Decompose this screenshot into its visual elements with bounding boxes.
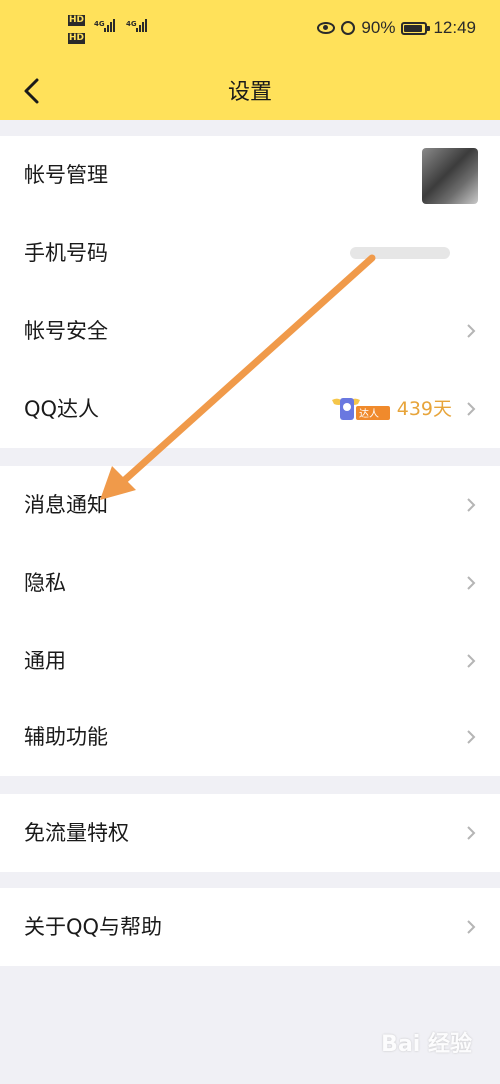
chevron-right-icon: [467, 730, 476, 744]
chevron-right-icon: [467, 826, 476, 840]
settings-item-account-security[interactable]: 帐号安全: [0, 292, 500, 370]
daren-days: 439天: [396, 398, 452, 420]
item-label: 辅助功能: [24, 725, 108, 749]
settings-item-privacy[interactable]: 隐私: [0, 544, 500, 622]
status-right: 90% 12:49: [317, 18, 476, 38]
alarm-icon: [341, 21, 356, 35]
settings-item-qq-daren[interactable]: QQ达人 达人 439天: [0, 370, 500, 448]
settings-item-account-management[interactable]: 帐号管理: [0, 136, 500, 214]
eye-comfort-icon: [317, 22, 336, 34]
clock: 12:49: [433, 18, 476, 37]
item-label: 消息通知: [24, 493, 108, 517]
watermark: Bai 经验: [381, 1032, 472, 1057]
hd-icon: HD: [68, 15, 86, 26]
item-label: 关于QQ与帮助: [24, 915, 163, 939]
hd-icon: HD: [68, 33, 86, 44]
avatar: [422, 148, 478, 204]
data-plan-group: 免流量特权: [0, 794, 500, 872]
item-label: 帐号管理: [24, 163, 108, 187]
settings-item-about-help[interactable]: 关于QQ与帮助: [0, 888, 500, 966]
battery-icon: [401, 21, 431, 35]
chevron-right-icon: [467, 576, 476, 590]
daren-badge-icon: 达人: [332, 398, 390, 420]
item-label: 通用: [24, 649, 66, 673]
status-bar: HD HD 4G 4G 90% 12:49: [0, 0, 500, 62]
settings-item-free-data[interactable]: 免流量特权: [0, 794, 500, 872]
item-label: QQ达人: [24, 397, 100, 421]
page-title: 设置: [227, 80, 272, 105]
item-label: 免流量特权: [24, 821, 129, 845]
battery-percent: 90%: [361, 18, 396, 37]
signal-strength-icon: [104, 18, 115, 32]
chevron-right-icon: [467, 654, 476, 668]
settings-item-phone-number[interactable]: 手机号码: [0, 214, 500, 292]
about-group: 关于QQ与帮助: [0, 888, 500, 966]
signal-indicators: HD HD 4G 4G: [66, 14, 156, 48]
daren-badge-text: 达人: [359, 408, 379, 420]
chevron-right-icon: [467, 498, 476, 512]
phone-number-blurred: [350, 247, 450, 259]
general-group: 消息通知 隐私 通用 辅助功能: [0, 466, 500, 776]
item-label: 隐私: [24, 571, 66, 595]
chevron-right-icon: [467, 402, 476, 416]
signal-strength-icon: [136, 18, 147, 32]
item-label: 手机号码: [24, 241, 108, 265]
nav-bar: 设置: [0, 62, 500, 120]
account-group: 帐号管理 手机号码 帐号安全 QQ达人 达人 439天: [0, 136, 500, 448]
settings-item-notifications[interactable]: 消息通知: [0, 466, 500, 544]
item-label: 帐号安全: [24, 319, 108, 343]
chevron-right-icon: [467, 324, 476, 338]
settings-item-accessibility[interactable]: 辅助功能: [0, 698, 500, 776]
settings-item-general[interactable]: 通用: [0, 622, 500, 700]
chevron-right-icon: [467, 920, 476, 934]
